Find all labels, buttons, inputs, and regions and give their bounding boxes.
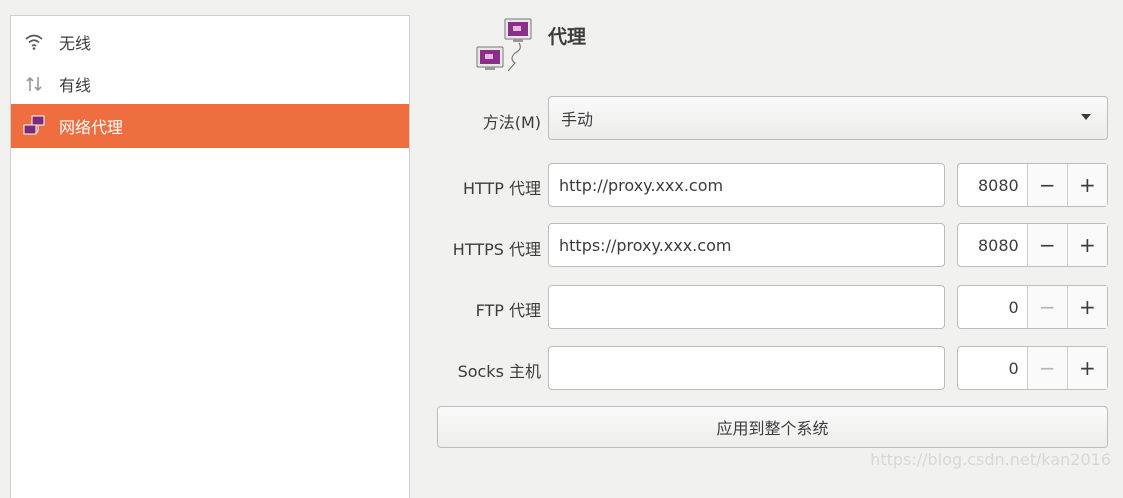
ftp-port-stepper[interactable]: 0 − + [957, 285, 1108, 329]
socks-port-value[interactable]: 0 [958, 347, 1027, 389]
method-label: 方法(M) [482, 113, 541, 132]
socks-port-stepper[interactable]: 0 − + [957, 346, 1108, 390]
http-port-increment-button[interactable]: + [1066, 164, 1107, 206]
http-port-stepper[interactable]: 8080 − + [957, 163, 1108, 207]
ftp-port-increment-button[interactable]: + [1066, 286, 1107, 328]
http-proxy-value: http://proxy.xxx.com [559, 175, 724, 195]
sidebar-item-network-proxy[interactable]: 网络代理 [11, 104, 409, 148]
proxy-monitors-icon [475, 17, 545, 77]
https-port-stepper[interactable]: 8080 − + [957, 223, 1108, 267]
sidebar-item-wired[interactable]: 有线 [11, 62, 409, 106]
socks-host-label: Socks 主机 [457, 362, 541, 381]
https-proxy-label: HTTPS 代理 [452, 240, 541, 259]
https-proxy-input[interactable]: https://proxy.xxx.com [548, 223, 945, 267]
https-port-increment-button[interactable]: + [1066, 224, 1107, 266]
sidebar-item-label: 有线 [59, 76, 92, 95]
watermark: https://blog.csdn.net/kan2016 [870, 450, 1111, 469]
wired-arrows-icon [23, 73, 45, 95]
socks-host-input[interactable] [548, 346, 945, 390]
https-port-value[interactable]: 8080 [958, 224, 1027, 266]
http-proxy-label: HTTP 代理 [462, 179, 541, 198]
socks-port-decrement-button[interactable]: − [1026, 347, 1067, 389]
http-proxy-input[interactable]: http://proxy.xxx.com [548, 163, 945, 207]
sidebar-item-label: 网络代理 [59, 118, 124, 137]
ftp-port-value[interactable]: 0 [958, 286, 1027, 328]
chevron-down-icon [1081, 114, 1091, 120]
method-value: 手动 [561, 110, 594, 129]
ftp-port-decrement-button[interactable]: − [1026, 286, 1067, 328]
socks-port-increment-button[interactable]: + [1066, 347, 1107, 389]
wifi-icon [23, 31, 45, 53]
page-title: 代理 [548, 26, 587, 48]
sidebar: 无线 有线 网络代理 [10, 15, 410, 498]
ftp-proxy-input[interactable] [548, 285, 945, 329]
network-proxy-icon [23, 115, 45, 137]
sidebar-item-wireless[interactable]: 无线 [11, 20, 409, 64]
https-proxy-value: https://proxy.xxx.com [559, 235, 732, 255]
ftp-proxy-label: FTP 代理 [475, 301, 541, 320]
method-select[interactable]: 手动 [548, 96, 1108, 140]
http-port-decrement-button[interactable]: − [1026, 164, 1067, 206]
http-port-value[interactable]: 8080 [958, 164, 1027, 206]
apply-system-wide-button[interactable]: 应用到整个系统 [437, 406, 1108, 448]
https-port-decrement-button[interactable]: − [1026, 224, 1067, 266]
sidebar-item-label: 无线 [59, 34, 92, 53]
